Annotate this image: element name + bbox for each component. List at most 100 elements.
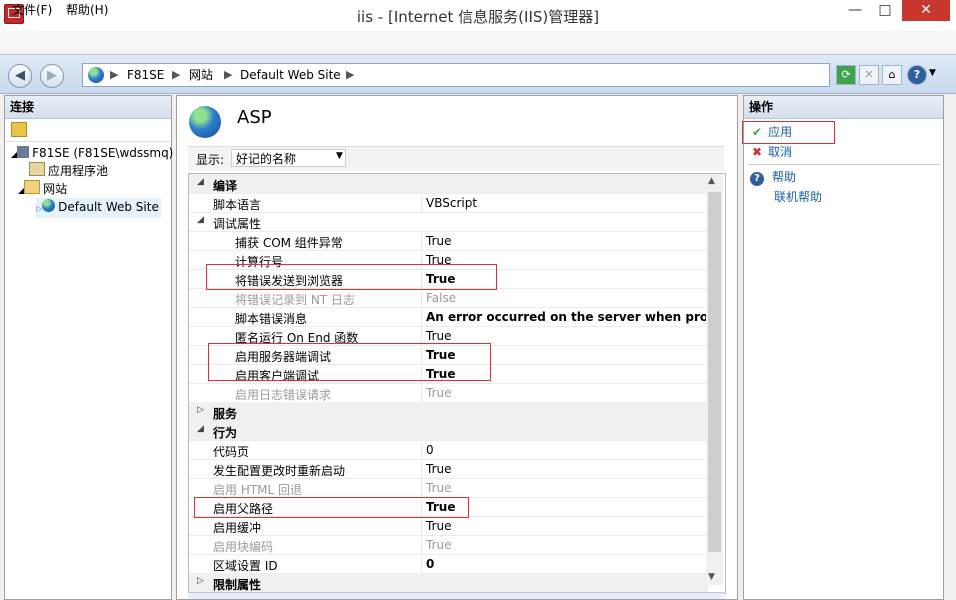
scrollbar-thumb[interactable] (708, 192, 721, 552)
refresh-icon[interactable]: ⟳ (836, 65, 856, 85)
display-label: 显示: (196, 153, 225, 167)
property-row[interactable]: 将错误记录到 NT 日志 False (189, 288, 708, 308)
sites-folder-icon (24, 180, 41, 194)
property-value[interactable]: An error occurred on the server when pro… (421, 310, 716, 326)
apply-action[interactable]: ✔ 应用 (752, 123, 792, 141)
property-row[interactable]: 脚本语言 VBScript (189, 193, 708, 213)
menu-help[interactable]: 帮助(H) (60, 2, 114, 18)
help-label: 帮助 (772, 170, 797, 184)
scroll-up-icon[interactable]: ▲ (708, 176, 715, 186)
minimize-button[interactable]: — (840, 0, 870, 21)
property-name: 服务 (213, 407, 238, 421)
property-value[interactable]: True (421, 538, 716, 554)
help-dropdown-icon[interactable]: ▼ (929, 68, 936, 78)
highlight-debugging (208, 343, 491, 381)
expand-icon[interactable]: ▷ (197, 405, 204, 415)
connections-header: 连接 (5, 96, 171, 119)
tree-item-label: Default Web Site (58, 200, 159, 214)
chevron-down-icon[interactable]: ▼ (336, 151, 343, 161)
stop-icon[interactable]: ✕ (859, 65, 879, 85)
highlight-parent-paths (194, 497, 469, 518)
property-name: 启用 HTML 回退 (213, 483, 303, 497)
apply-check-icon: ✔ (752, 125, 763, 139)
breadcrumb-default-web-site[interactable]: Default Web Site (240, 67, 341, 83)
tree-item-label: 应用程序池 (48, 164, 109, 178)
property-row[interactable]: 发生配置更改时重新启动 True (189, 459, 708, 479)
server-icon (17, 146, 30, 158)
menu-file[interactable]: 文件(F) (6, 2, 58, 18)
property-value[interactable]: 0 (421, 557, 716, 573)
connect-icon[interactable] (11, 122, 27, 137)
property-value[interactable]: False (421, 291, 716, 307)
breadcrumb-sites[interactable]: 网站 (189, 67, 213, 83)
forward-arrow-icon[interactable]: ▶ (40, 64, 64, 88)
tree-item-default-web-site[interactable]: ▷ Default Web Site (36, 198, 161, 218)
property-row[interactable]: 启用 HTML 回退 True (189, 478, 708, 498)
menu-bar (0, 31, 956, 51)
cancel-x-icon: ✖ (752, 145, 763, 159)
property-name: 启用缓冲 (213, 521, 262, 535)
globe-icon (42, 199, 56, 212)
help-action[interactable]: ? 帮助 (750, 168, 796, 186)
property-category[interactable]: ▷ 服务 (189, 402, 708, 422)
tree-item-server[interactable]: ◢ F81SE (F81SE\wdssmq) (11, 144, 173, 164)
back-arrow-icon[interactable]: ◀ (8, 64, 32, 88)
property-row[interactable]: 启用块编码 True (189, 535, 708, 555)
property-name: 编译 (213, 179, 238, 193)
property-row[interactable]: 代码页 0 (189, 440, 708, 460)
property-value[interactable]: True (421, 386, 716, 402)
online-help-action[interactable]: 联机帮助 (774, 188, 822, 206)
property-value[interactable]: True (421, 481, 716, 497)
close-button[interactable]: ✕ (902, 0, 950, 21)
property-name: 启用日志错误请求 (235, 388, 332, 402)
property-category[interactable]: ◢ 编译 (189, 174, 708, 194)
scroll-down-icon[interactable]: ▼ (708, 572, 715, 582)
expand-icon[interactable]: ▷ (197, 576, 204, 586)
globe-icon (88, 67, 104, 83)
tree-item-app-pools[interactable]: 应用程序池 (29, 162, 108, 180)
property-category[interactable]: ◢ 调试属性 (189, 212, 708, 232)
property-name: 代码页 (213, 445, 250, 459)
property-name: 捕获 COM 组件异常 (235, 236, 343, 250)
property-value[interactable]: True (421, 234, 716, 250)
collapse-icon[interactable]: ◢ (197, 215, 204, 225)
display-select[interactable]: 好记的名称 (231, 149, 346, 167)
property-category[interactable]: ◢ 行为 (189, 421, 708, 441)
cancel-action[interactable]: ✖ 取消 (752, 143, 792, 161)
property-row[interactable]: 捕获 COM 组件异常 True (189, 231, 708, 251)
cancel-label: 取消 (768, 145, 793, 159)
property-row[interactable]: 启用缓冲 True (189, 516, 708, 536)
breadcrumb-separator: ▶ (224, 68, 233, 81)
maximize-button[interactable]: □ (870, 0, 900, 21)
property-row[interactable]: 区域设置 ID 0 (189, 554, 708, 574)
property-name: 发生配置更改时重新启动 (213, 464, 346, 478)
asp-globe-icon (189, 106, 221, 138)
actions-divider (748, 164, 940, 165)
property-name: 区域设置 ID (213, 559, 278, 573)
property-row[interactable]: 启用日志错误请求 True (189, 383, 708, 403)
tree-item-sites[interactable]: ◢ 网站 (18, 180, 67, 200)
property-name: 行为 (213, 426, 238, 440)
collapse-icon[interactable]: ◢ (197, 424, 204, 434)
property-name: 启用块编码 (213, 540, 274, 554)
property-value[interactable]: True (421, 462, 716, 478)
property-name: 限制属性 (213, 578, 262, 592)
breadcrumb-separator: ▶ (110, 68, 119, 81)
help-icon[interactable]: ? (907, 65, 927, 85)
property-value[interactable]: VBScript (421, 196, 716, 212)
window-title: iis - [Internet 信息服务(IIS)管理器] (356, 8, 600, 26)
home-icon[interactable]: ⌂ (882, 65, 902, 85)
property-category[interactable]: ▷ 限制属性 (189, 573, 708, 593)
collapse-icon[interactable]: ◢ (197, 177, 204, 187)
property-name: 调试属性 (213, 217, 262, 231)
breadcrumb-server[interactable]: F81SE (127, 67, 164, 83)
highlight-send-errors (206, 264, 497, 290)
help-icon: ? (750, 172, 764, 186)
tree-item-label: 网站 (43, 182, 68, 196)
property-value[interactable]: True (421, 519, 716, 535)
property-value[interactable]: 0 (421, 443, 716, 459)
property-row[interactable]: 脚本错误消息 An error occurred on the server wh… (189, 307, 716, 327)
property-grid: ◢ 编译 脚本语言 VBScript ◢ 调试属性 捕获 COM 组件异常 True 计算行号 T… (188, 173, 726, 594)
page-title: ASP (237, 107, 272, 128)
apply-label: 应用 (768, 125, 793, 139)
